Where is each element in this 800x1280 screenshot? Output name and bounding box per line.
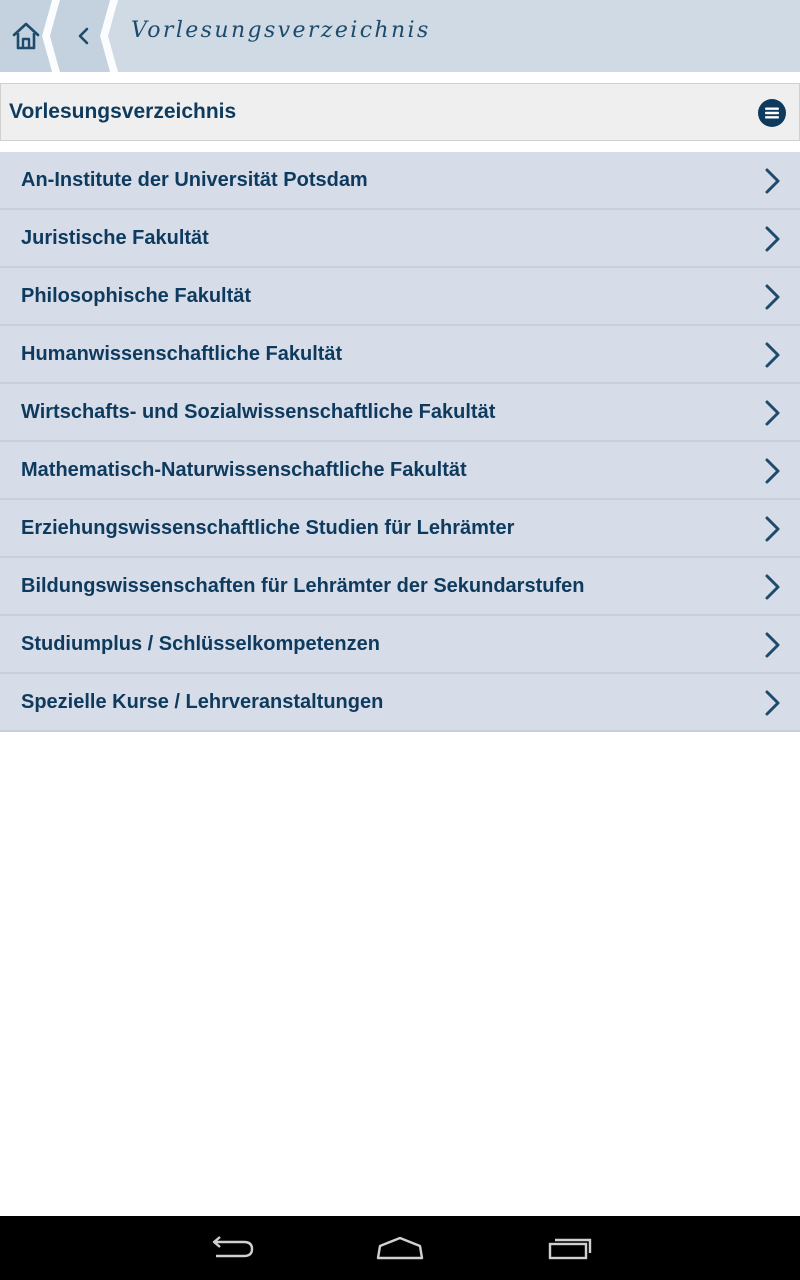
list-item[interactable]: Humanwissenschaftliche Fakultät: [0, 326, 800, 384]
list-item[interactable]: Mathematisch-Naturwissenschaftliche Faku…: [0, 442, 800, 500]
list-item[interactable]: Studiumplus / Schlüsselkompetenzen: [0, 616, 800, 674]
chevron-right-icon: [765, 400, 780, 426]
nav-home-icon: [376, 1236, 424, 1260]
list-item-label: Philosophische Fakultät: [21, 285, 252, 307]
chevron-right-icon: [765, 632, 780, 658]
nav-recents-icon: [548, 1238, 592, 1260]
system-navigation-bar: [0, 1216, 800, 1280]
list-item-label: Juristische Fakultät: [21, 227, 209, 249]
list-item-label: Mathematisch-Naturwissenschaftliche Faku…: [21, 459, 467, 481]
menu-icon[interactable]: [757, 98, 787, 128]
nav-back-icon: [212, 1236, 254, 1258]
back-button[interactable]: [60, 0, 108, 72]
section-title: Vorlesungsverzeichnis: [9, 100, 237, 123]
chevron-left-icon: [78, 27, 89, 45]
list-item-label: Erziehungswissenschaftliche Studien für …: [21, 517, 515, 539]
list-item[interactable]: Spezielle Kurse / Lehrveranstaltungen: [0, 674, 800, 732]
home-icon: [12, 22, 40, 50]
list-item-label: An-Institute der Universität Potsdam: [21, 169, 368, 191]
list-item-label: Spezielle Kurse / Lehrveranstaltungen: [21, 691, 384, 713]
chevron-right-icon: [765, 574, 780, 600]
list-item[interactable]: Philosophische Fakultät: [0, 268, 800, 326]
chevron-right-icon: [765, 516, 780, 542]
faculty-list: An-Institute der Universität Potsdam Jur…: [0, 152, 800, 732]
list-item[interactable]: Bildungswissenschaften für Lehrämter der…: [0, 558, 800, 616]
list-item[interactable]: Juristische Fakultät: [0, 210, 800, 268]
chevron-right-icon: [765, 690, 780, 716]
list-item[interactable]: An-Institute der Universität Potsdam: [0, 152, 800, 210]
top-app-bar: Vorlesungsverzeichnis: [0, 0, 800, 72]
list-item-label: Studiumplus / Schlüsselkompetenzen: [21, 633, 380, 655]
chevron-right-icon: [765, 284, 780, 310]
list-item-label: Wirtschafts- und Sozialwissenschaftliche…: [21, 401, 496, 423]
chevron-right-icon: [765, 342, 780, 368]
home-button[interactable]: [0, 0, 52, 72]
chevron-right-icon: [765, 168, 780, 194]
page-title: Vorlesungsverzeichnis: [131, 18, 431, 43]
nav-back-button[interactable]: [200, 1228, 260, 1268]
nav-home-button[interactable]: [370, 1228, 430, 1268]
nav-recents-button[interactable]: [541, 1228, 601, 1268]
list-item-label: Humanwissenschaftliche Fakultät: [21, 343, 343, 365]
list-item[interactable]: Erziehungswissenschaftliche Studien für …: [0, 500, 800, 558]
chevron-right-icon: [765, 226, 780, 252]
list-item-label: Bildungswissenschaften für Lehrämter der…: [21, 575, 585, 597]
chevron-right-icon: [765, 458, 780, 484]
list-item[interactable]: Wirtschafts- und Sozialwissenschaftliche…: [0, 384, 800, 442]
section-header: Vorlesungsverzeichnis: [0, 83, 800, 141]
